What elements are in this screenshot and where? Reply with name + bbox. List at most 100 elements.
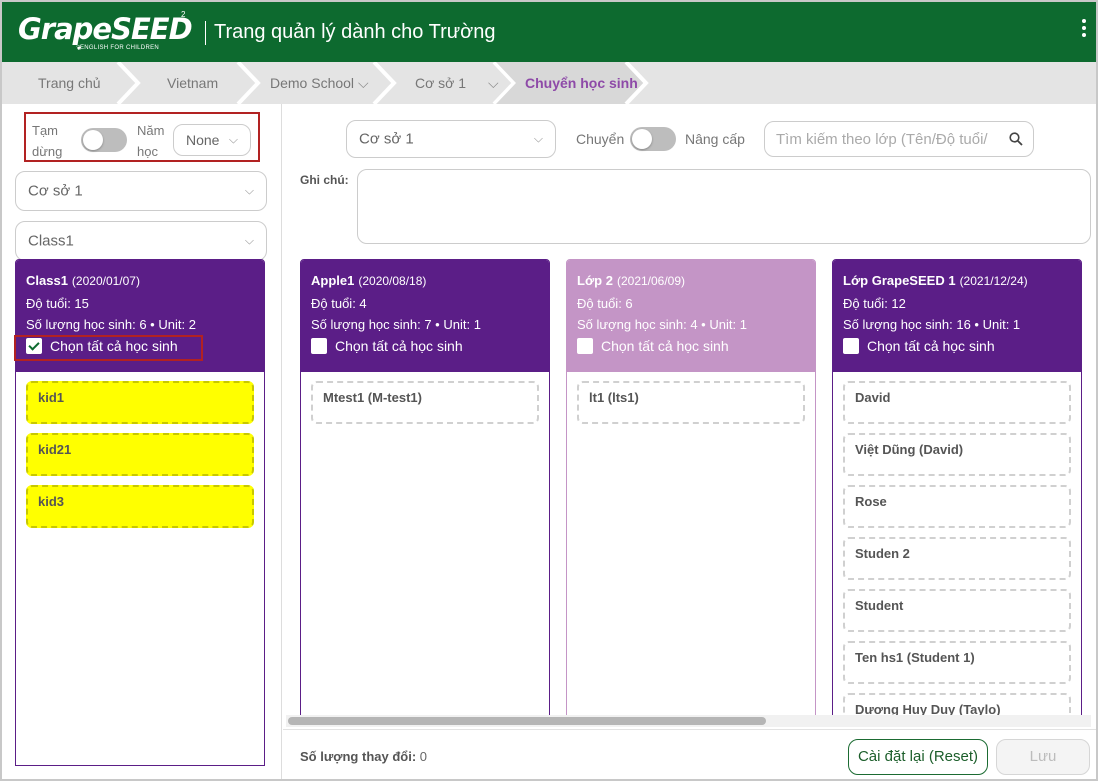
breadcrumb-school-label: Demo School [270, 75, 355, 91]
class-date: (2020/01/07) [71, 274, 140, 288]
class-title: Lớp 2 (2021/06/09) [577, 273, 685, 288]
class-header: Lớp 2 (2021/06/09) Độ tuổi: 6 Số lượng họ… [567, 260, 815, 372]
change-count: Số lượng thay đổi: 0 [300, 749, 427, 764]
target-campus-select[interactable]: Cơ sở 1 ⌵ [346, 120, 556, 158]
school-year-value: None [186, 132, 220, 148]
class-count: Số lượng học sinh: 4 • Unit: 1 [577, 317, 747, 332]
header-divider [205, 21, 206, 45]
target-campus-value: Cơ sở 1 [359, 130, 414, 148]
checkbox-icon[interactable] [311, 338, 327, 354]
student-card[interactable]: Việt Dũng (David) [843, 433, 1071, 476]
source-campus-select[interactable]: Cơ sở 1 ⌵ [15, 171, 267, 211]
class-name: Apple1 [311, 273, 355, 288]
toggle-knob [632, 129, 652, 149]
school-year-select[interactable]: None ⌵ [173, 124, 251, 156]
page-title: Trang quản lý dành cho Trường [214, 21, 496, 43]
transfer-upgrade-toggle[interactable] [630, 127, 676, 151]
source-class-value: Class1 [28, 232, 74, 250]
change-count-value: 0 [419, 749, 428, 764]
reset-button[interactable]: Cài đặt lại (Reset) [848, 739, 988, 775]
logo-superscript: 2 [181, 10, 186, 19]
student-card[interactable]: lt1 (lts1) [577, 381, 805, 424]
breadcrumb: Trang chủ Vietnam Demo School ⌵ Cơ sở 1 ⌵ … [2, 62, 1096, 104]
horizontal-scrollbar[interactable] [286, 715, 1091, 727]
chevron-down-icon[interactable]: ⌵ [488, 75, 499, 91]
checkbox-icon[interactable] [577, 338, 593, 354]
breadcrumb-school[interactable]: Demo School ⌵ [270, 62, 369, 104]
chevron-down-icon: ⌵ [533, 131, 543, 146]
select-all-students[interactable]: Chọn tất cả học sinh [843, 338, 995, 354]
breadcrumb-campus-label: Cơ sở 1 [415, 75, 467, 91]
logo-tagline: ENGLISH FOR CHILDREN [80, 45, 160, 51]
grapeseed-logo[interactable]: GrapeSEED ❦ ENGLISH FOR CHILDREN 2 [18, 10, 194, 56]
class-age: Độ tuổi: 6 [577, 296, 633, 311]
pause-label: Tạm dừng [32, 120, 62, 162]
class-count: Số lượng học sinh: 7 • Unit: 1 [311, 317, 481, 332]
source-campus-value: Cơ sở 1 [28, 182, 83, 200]
select-all-students[interactable]: Chọn tất cả học sinh [311, 338, 463, 354]
class-title: Lớp GrapeSEED 1 (2021/12/24) [843, 273, 1028, 288]
class-count: Số lượng học sinh: 6 • Unit: 2 [26, 317, 196, 332]
class-title: Class1 (2020/01/07) [26, 273, 140, 288]
class-header: Lớp GrapeSEED 1 (2021/12/24) Độ tuổi: 12 … [833, 260, 1081, 372]
student-card[interactable]: kid3 [26, 485, 254, 528]
pause-toggle[interactable] [81, 128, 127, 152]
breadcrumb-region[interactable]: Vietnam [167, 62, 218, 104]
app-window: GrapeSEED ❦ ENGLISH FOR CHILDREN 2 Trang… [0, 0, 1098, 781]
class-age: Độ tuổi: 15 [26, 296, 89, 311]
year-label-line1: Năm [137, 123, 165, 138]
toggle-knob [83, 130, 103, 150]
source-class-select[interactable]: Class1 ⌵ [15, 221, 267, 261]
class-count: Số lượng học sinh: 16 • Unit: 1 [843, 317, 1021, 332]
pause-label-line1: Tạm [32, 123, 58, 138]
select-all-students[interactable]: Chọn tất cả học sinh [577, 338, 729, 354]
chevron-down-icon[interactable]: ⌵ [358, 75, 369, 91]
class-name: Lớp GrapeSEED 1 [843, 273, 956, 288]
breadcrumb-current: Chuyển học sinh [525, 75, 638, 91]
student-card[interactable]: Rose [843, 485, 1071, 528]
class-search-input[interactable]: Tìm kiếm theo lớp (Tên/Độ tuổi/ [764, 121, 1034, 157]
target-class-column: Lớp 2 (2021/06/09) Độ tuổi: 6 Số lượng họ… [566, 259, 816, 719]
year-label-line2: học [137, 144, 158, 159]
class-title: Apple1 (2020/08/18) [311, 273, 426, 288]
class-name: Class1 [26, 273, 68, 288]
student-card[interactable]: Mtest1 (M-test1) [311, 381, 539, 424]
class-name: Lớp 2 [577, 273, 613, 288]
class-age: Độ tuổi: 12 [843, 296, 906, 311]
class-date: (2021/06/09) [616, 274, 686, 288]
select-all-label: Chọn tất cả học sinh [601, 338, 729, 354]
student-card[interactable]: Studen 2 [843, 537, 1071, 580]
transfer-label: Chuyển [576, 131, 625, 147]
student-card[interactable]: kid21 [26, 433, 254, 476]
search-placeholder: Tìm kiếm theo lớp (Tên/Độ tuổi/ [776, 131, 988, 148]
class-date: (2020/08/18) [358, 274, 427, 288]
class-age: Độ tuổi: 4 [311, 296, 367, 311]
more-menu-icon[interactable] [1079, 17, 1089, 43]
scrollbar-thumb[interactable] [288, 717, 766, 725]
breadcrumb-home[interactable]: Trang chủ [38, 62, 101, 104]
class-date: (2021/12/24) [959, 274, 1028, 288]
pause-label-line2: dừng [32, 144, 63, 159]
chevron-down-icon: ⌵ [228, 132, 238, 147]
app-header: GrapeSEED ❦ ENGLISH FOR CHILDREN 2 Trang… [2, 2, 1096, 62]
target-class-column: Lớp GrapeSEED 1 (2021/12/24) Độ tuổi: 12 … [832, 259, 1082, 719]
student-card[interactable]: kid1 [26, 381, 254, 424]
highlight-box [14, 335, 203, 361]
save-button[interactable]: Lưu [996, 739, 1090, 775]
checkbox-icon[interactable] [843, 338, 859, 354]
school-year-label: Năm học [137, 120, 164, 162]
student-card[interactable]: Student [843, 589, 1071, 632]
select-all-label: Chọn tất cả học sinh [335, 338, 463, 354]
student-card[interactable]: Ten hs1 (Student 1) [843, 641, 1071, 684]
search-icon[interactable] [1009, 132, 1023, 146]
upgrade-label: Nâng cấp [685, 131, 745, 147]
change-count-label: Số lượng thay đổi: [300, 749, 417, 764]
student-card[interactable]: David [843, 381, 1071, 424]
chevron-down-icon: ⌵ [244, 183, 254, 198]
chevron-down-icon: ⌵ [244, 233, 254, 248]
breadcrumb-campus[interactable]: Cơ sở 1 ⌵ [415, 62, 499, 104]
target-class-column: Apple1 (2020/08/18) Độ tuổi: 4 Số lượng h… [300, 259, 550, 719]
logo-text: GrapeSEED [18, 12, 193, 46]
note-label: Ghi chú: [300, 173, 349, 187]
note-textarea[interactable] [357, 169, 1091, 244]
